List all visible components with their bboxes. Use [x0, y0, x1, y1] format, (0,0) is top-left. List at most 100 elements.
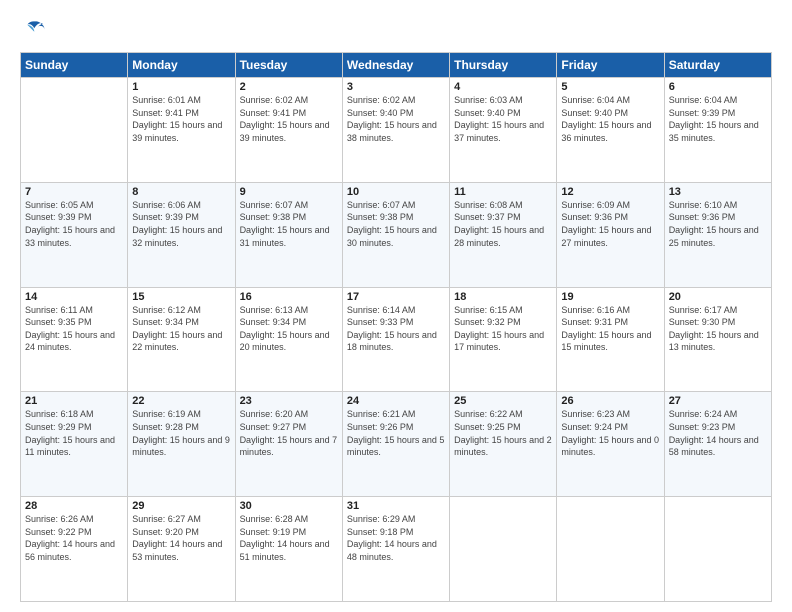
day-info: Sunrise: 6:04 AMSunset: 9:39 PMDaylight:…	[669, 94, 767, 144]
day-info: Sunrise: 6:06 AMSunset: 9:39 PMDaylight:…	[132, 199, 230, 249]
day-number: 17	[347, 291, 445, 303]
day-info: Sunrise: 6:15 AMSunset: 9:32 PMDaylight:…	[454, 304, 552, 354]
day-info: Sunrise: 6:17 AMSunset: 9:30 PMDaylight:…	[669, 304, 767, 354]
calendar-week-row: 1Sunrise: 6:01 AMSunset: 9:41 PMDaylight…	[21, 78, 772, 183]
day-info: Sunrise: 6:29 AMSunset: 9:18 PMDaylight:…	[347, 513, 445, 563]
calendar-cell: 23Sunrise: 6:20 AMSunset: 9:27 PMDayligh…	[235, 392, 342, 497]
weekday-header-saturday: Saturday	[664, 53, 771, 78]
day-info: Sunrise: 6:23 AMSunset: 9:24 PMDaylight:…	[561, 408, 659, 458]
day-number: 4	[454, 81, 552, 93]
day-info: Sunrise: 6:12 AMSunset: 9:34 PMDaylight:…	[132, 304, 230, 354]
calendar-cell: 20Sunrise: 6:17 AMSunset: 9:30 PMDayligh…	[664, 287, 771, 392]
calendar-cell: 13Sunrise: 6:10 AMSunset: 9:36 PMDayligh…	[664, 182, 771, 287]
day-number: 14	[25, 291, 123, 303]
calendar-cell: 27Sunrise: 6:24 AMSunset: 9:23 PMDayligh…	[664, 392, 771, 497]
day-number: 22	[132, 395, 230, 407]
day-number: 18	[454, 291, 552, 303]
day-info: Sunrise: 6:03 AMSunset: 9:40 PMDaylight:…	[454, 94, 552, 144]
day-info: Sunrise: 6:16 AMSunset: 9:31 PMDaylight:…	[561, 304, 659, 354]
calendar-cell: 15Sunrise: 6:12 AMSunset: 9:34 PMDayligh…	[128, 287, 235, 392]
calendar-cell: 14Sunrise: 6:11 AMSunset: 9:35 PMDayligh…	[21, 287, 128, 392]
calendar-cell: 29Sunrise: 6:27 AMSunset: 9:20 PMDayligh…	[128, 497, 235, 602]
day-number: 26	[561, 395, 659, 407]
day-info: Sunrise: 6:01 AMSunset: 9:41 PMDaylight:…	[132, 94, 230, 144]
day-info: Sunrise: 6:07 AMSunset: 9:38 PMDaylight:…	[240, 199, 338, 249]
calendar-week-row: 14Sunrise: 6:11 AMSunset: 9:35 PMDayligh…	[21, 287, 772, 392]
day-info: Sunrise: 6:08 AMSunset: 9:37 PMDaylight:…	[454, 199, 552, 249]
day-info: Sunrise: 6:13 AMSunset: 9:34 PMDaylight:…	[240, 304, 338, 354]
calendar-cell: 16Sunrise: 6:13 AMSunset: 9:34 PMDayligh…	[235, 287, 342, 392]
calendar-cell: 1Sunrise: 6:01 AMSunset: 9:41 PMDaylight…	[128, 78, 235, 183]
day-number: 10	[347, 186, 445, 198]
calendar-week-row: 28Sunrise: 6:26 AMSunset: 9:22 PMDayligh…	[21, 497, 772, 602]
day-number: 27	[669, 395, 767, 407]
day-info: Sunrise: 6:18 AMSunset: 9:29 PMDaylight:…	[25, 408, 123, 458]
day-number: 6	[669, 81, 767, 93]
logo-bird-icon	[24, 18, 48, 42]
calendar-cell: 22Sunrise: 6:19 AMSunset: 9:28 PMDayligh…	[128, 392, 235, 497]
day-info: Sunrise: 6:09 AMSunset: 9:36 PMDaylight:…	[561, 199, 659, 249]
day-info: Sunrise: 6:24 AMSunset: 9:23 PMDaylight:…	[669, 408, 767, 458]
day-number: 12	[561, 186, 659, 198]
day-number: 30	[240, 500, 338, 512]
calendar-cell: 2Sunrise: 6:02 AMSunset: 9:41 PMDaylight…	[235, 78, 342, 183]
day-number: 28	[25, 500, 123, 512]
day-number: 19	[561, 291, 659, 303]
calendar-cell: 8Sunrise: 6:06 AMSunset: 9:39 PMDaylight…	[128, 182, 235, 287]
weekday-header-wednesday: Wednesday	[342, 53, 449, 78]
day-info: Sunrise: 6:05 AMSunset: 9:39 PMDaylight:…	[25, 199, 123, 249]
calendar-cell: 28Sunrise: 6:26 AMSunset: 9:22 PMDayligh…	[21, 497, 128, 602]
calendar-cell: 7Sunrise: 6:05 AMSunset: 9:39 PMDaylight…	[21, 182, 128, 287]
calendar-week-row: 7Sunrise: 6:05 AMSunset: 9:39 PMDaylight…	[21, 182, 772, 287]
calendar-cell: 21Sunrise: 6:18 AMSunset: 9:29 PMDayligh…	[21, 392, 128, 497]
day-info: Sunrise: 6:11 AMSunset: 9:35 PMDaylight:…	[25, 304, 123, 354]
day-info: Sunrise: 6:20 AMSunset: 9:27 PMDaylight:…	[240, 408, 338, 458]
day-number: 25	[454, 395, 552, 407]
calendar-cell: 31Sunrise: 6:29 AMSunset: 9:18 PMDayligh…	[342, 497, 449, 602]
calendar-cell: 11Sunrise: 6:08 AMSunset: 9:37 PMDayligh…	[450, 182, 557, 287]
day-number: 15	[132, 291, 230, 303]
weekday-header-thursday: Thursday	[450, 53, 557, 78]
day-info: Sunrise: 6:21 AMSunset: 9:26 PMDaylight:…	[347, 408, 445, 458]
day-info: Sunrise: 6:22 AMSunset: 9:25 PMDaylight:…	[454, 408, 552, 458]
logo	[20, 18, 50, 42]
day-number: 11	[454, 186, 552, 198]
calendar-cell: 9Sunrise: 6:07 AMSunset: 9:38 PMDaylight…	[235, 182, 342, 287]
day-number: 29	[132, 500, 230, 512]
day-info: Sunrise: 6:04 AMSunset: 9:40 PMDaylight:…	[561, 94, 659, 144]
day-number: 13	[669, 186, 767, 198]
weekday-header-sunday: Sunday	[21, 53, 128, 78]
day-number: 23	[240, 395, 338, 407]
day-number: 3	[347, 81, 445, 93]
day-number: 8	[132, 186, 230, 198]
calendar-cell	[557, 497, 664, 602]
calendar-cell: 4Sunrise: 6:03 AMSunset: 9:40 PMDaylight…	[450, 78, 557, 183]
day-number: 16	[240, 291, 338, 303]
day-info: Sunrise: 6:10 AMSunset: 9:36 PMDaylight:…	[669, 199, 767, 249]
day-info: Sunrise: 6:26 AMSunset: 9:22 PMDaylight:…	[25, 513, 123, 563]
day-number: 9	[240, 186, 338, 198]
day-info: Sunrise: 6:28 AMSunset: 9:19 PMDaylight:…	[240, 513, 338, 563]
calendar-cell: 19Sunrise: 6:16 AMSunset: 9:31 PMDayligh…	[557, 287, 664, 392]
day-info: Sunrise: 6:19 AMSunset: 9:28 PMDaylight:…	[132, 408, 230, 458]
weekday-header-friday: Friday	[557, 53, 664, 78]
calendar-cell	[664, 497, 771, 602]
day-number: 24	[347, 395, 445, 407]
calendar-cell: 18Sunrise: 6:15 AMSunset: 9:32 PMDayligh…	[450, 287, 557, 392]
calendar-cell: 5Sunrise: 6:04 AMSunset: 9:40 PMDaylight…	[557, 78, 664, 183]
calendar-table: SundayMondayTuesdayWednesdayThursdayFrid…	[20, 52, 772, 602]
day-number: 7	[25, 186, 123, 198]
calendar-cell: 25Sunrise: 6:22 AMSunset: 9:25 PMDayligh…	[450, 392, 557, 497]
day-number: 20	[669, 291, 767, 303]
calendar-cell: 30Sunrise: 6:28 AMSunset: 9:19 PMDayligh…	[235, 497, 342, 602]
calendar-cell: 6Sunrise: 6:04 AMSunset: 9:39 PMDaylight…	[664, 78, 771, 183]
day-info: Sunrise: 6:02 AMSunset: 9:41 PMDaylight:…	[240, 94, 338, 144]
day-number: 21	[25, 395, 123, 407]
calendar-cell: 12Sunrise: 6:09 AMSunset: 9:36 PMDayligh…	[557, 182, 664, 287]
day-number: 31	[347, 500, 445, 512]
calendar-cell: 17Sunrise: 6:14 AMSunset: 9:33 PMDayligh…	[342, 287, 449, 392]
calendar-cell: 26Sunrise: 6:23 AMSunset: 9:24 PMDayligh…	[557, 392, 664, 497]
day-number: 2	[240, 81, 338, 93]
calendar-cell: 3Sunrise: 6:02 AMSunset: 9:40 PMDaylight…	[342, 78, 449, 183]
calendar-cell	[450, 497, 557, 602]
